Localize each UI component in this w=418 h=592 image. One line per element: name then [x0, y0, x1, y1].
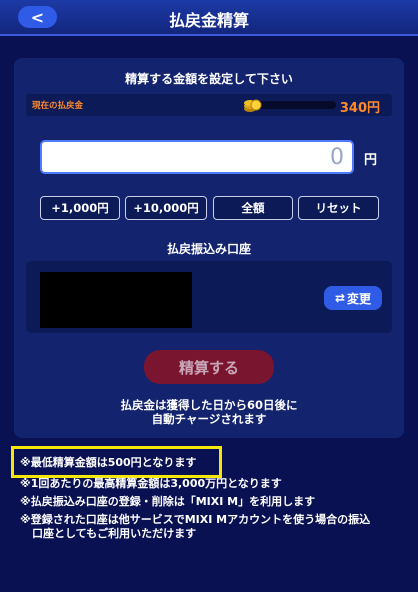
header-bar: < 払戻金精算 [0, 0, 418, 36]
reset-button[interactable]: リセット [298, 196, 379, 220]
submit-button[interactable]: 精算する [144, 350, 274, 384]
account-box: ⇄ 変更 [26, 261, 392, 333]
balance-bar [256, 101, 336, 109]
change-account-button[interactable]: ⇄ 変更 [324, 286, 382, 310]
note-item: ※登録された口座は他サービスでMIXI Mアカウントを使う場合の振込 [20, 513, 371, 526]
note-item: 口座としてもご利用いただけます [32, 527, 197, 540]
amount-input[interactable] [40, 140, 354, 174]
add-1000-button[interactable]: +1,000円 [40, 196, 120, 220]
swap-icon: ⇄ [334, 291, 346, 305]
note-item: ※最低精算金額は500円となります [20, 456, 197, 469]
notes-list: ※最低精算金額は500円となります ※1回あたりの最高精算金額は3,000万円と… [20, 456, 410, 545]
coins-icon [244, 99, 262, 112]
full-amount-button[interactable]: 全額 [213, 196, 293, 220]
add-10000-button[interactable]: +10,000円 [125, 196, 207, 220]
note-item: ※払戻振込み口座の登録・削除は「MIXI M」を利用します [20, 495, 316, 508]
balance-row: 現在の払戻金 340円 [26, 94, 392, 116]
account-section-title: 払戻振込み口座 [166, 242, 251, 256]
note-item: ※1回あたりの最高精算金額は3,000万円となります [20, 477, 282, 490]
balance-value: 340円 [339, 101, 380, 116]
page-title: 払戻金精算 [168, 11, 249, 30]
redacted-account [40, 272, 192, 328]
settlement-panel: 精算する金額を設定して下さい 現在の払戻金 340円 円 +1,000円 +10… [14, 58, 404, 438]
charge-note: 払戻金は獲得した日から60日後に 自動チャージされます [14, 398, 404, 426]
charge-note-line1: 払戻金は獲得した日から60日後に [120, 398, 298, 412]
amount-unit: 円 [364, 153, 378, 168]
change-label: 変更 [347, 291, 372, 306]
panel-subtitle: 精算する金額を設定して下さい [125, 72, 293, 86]
charge-note-line2: 自動チャージされます [151, 412, 267, 426]
balance-label: 現在の払戻金 [32, 101, 84, 111]
